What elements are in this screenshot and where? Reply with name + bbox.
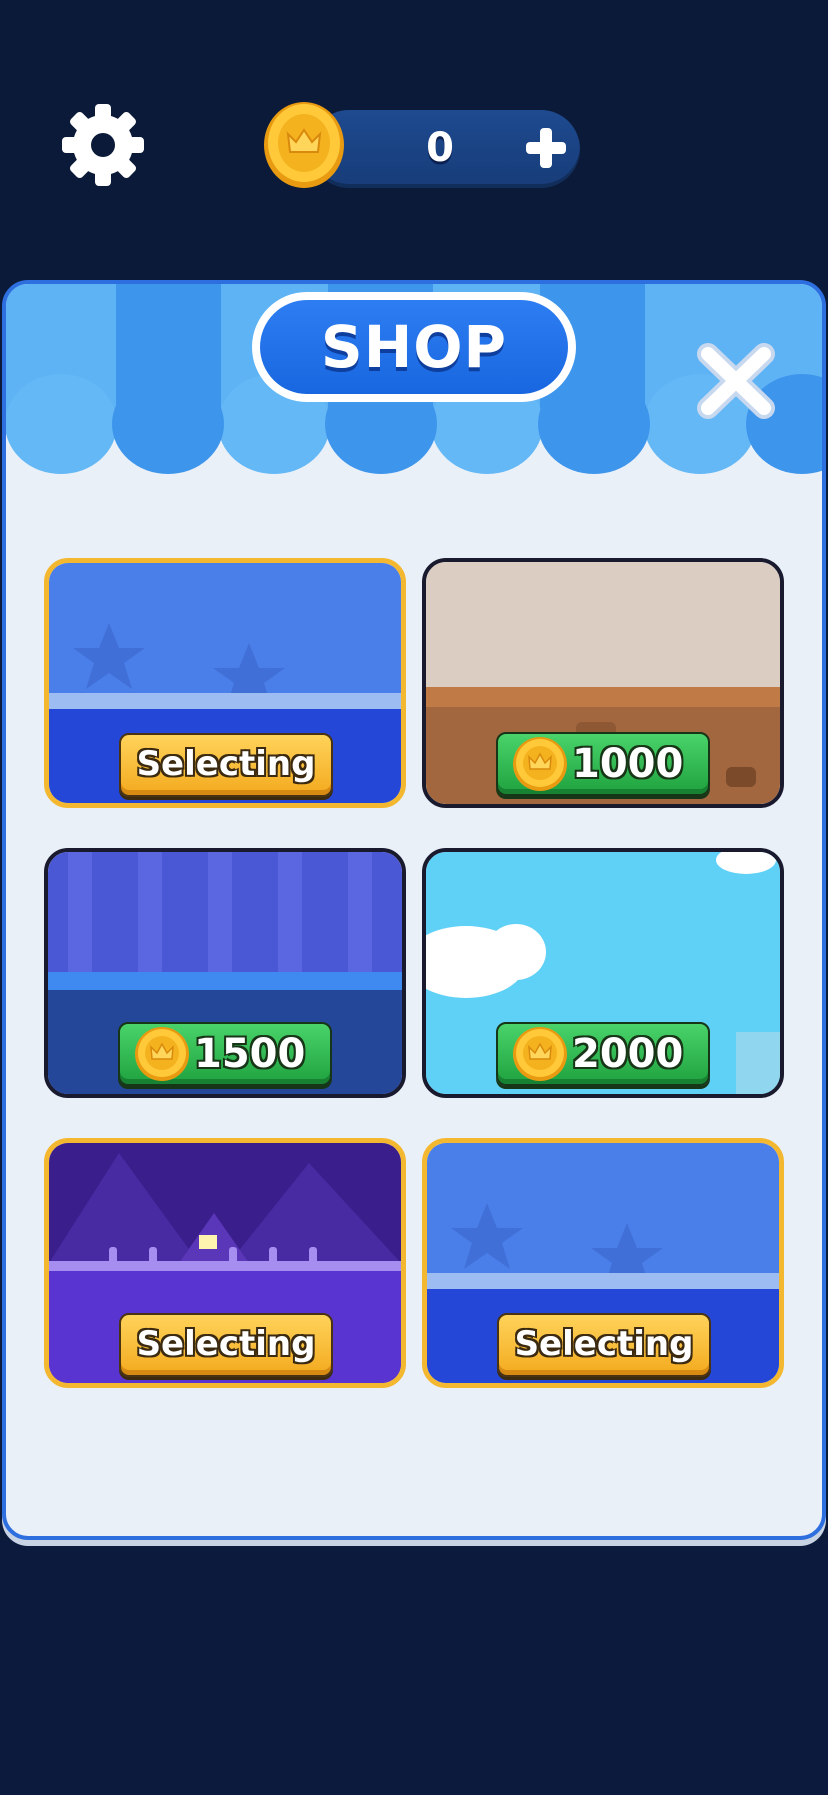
crown-coin-icon (513, 1027, 567, 1081)
shop-item-4[interactable]: 2000 (422, 848, 784, 1098)
shop-item-5[interactable]: Selecting (44, 1138, 406, 1388)
coin-count: 0 (426, 125, 454, 171)
close-x-icon (697, 343, 775, 419)
price-button: 2000 (496, 1022, 710, 1086)
close-button[interactable] (692, 338, 780, 424)
price-label: 1000 (572, 741, 684, 787)
gear-icon (62, 104, 144, 186)
price-button: 1000 (496, 732, 710, 796)
shop-item-3[interactable]: 1500 (44, 848, 406, 1098)
selecting-badge: Selecting (119, 1313, 333, 1377)
shop-title: SHOP (260, 300, 568, 394)
price-label: 2000 (572, 1031, 684, 1077)
background-bottom (0, 1540, 828, 1795)
shop-item-2[interactable]: 1000 (422, 558, 784, 808)
crown-coin-icon (262, 100, 346, 190)
crown-coin-icon (135, 1027, 189, 1081)
selecting-badge: Selecting (119, 733, 333, 797)
price-button: 1500 (118, 1022, 332, 1086)
shop-item-6[interactable]: Selecting (422, 1138, 784, 1388)
add-coins-button[interactable] (520, 122, 572, 174)
plus-icon (526, 128, 566, 168)
crown-coin-icon (513, 737, 567, 791)
selecting-badge: Selecting (497, 1313, 711, 1377)
price-label: 1500 (194, 1031, 306, 1077)
settings-button[interactable] (58, 100, 148, 190)
shop-item-1[interactable]: Selecting (44, 558, 406, 808)
